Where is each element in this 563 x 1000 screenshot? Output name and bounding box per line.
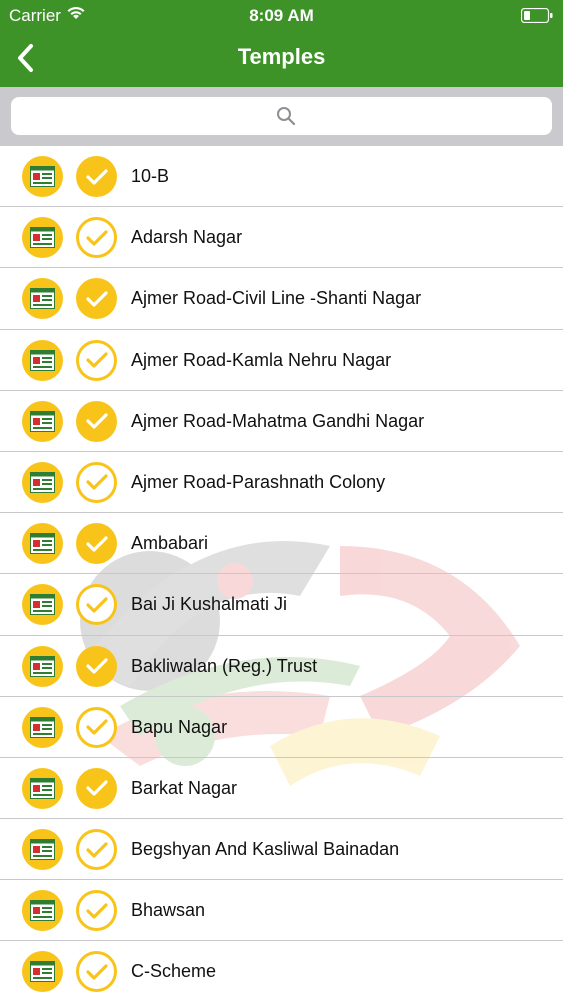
list-item[interactable]: Bhawsan (0, 880, 563, 942)
search-bar (0, 87, 563, 146)
temple-name: Adarsh Nagar (131, 227, 243, 248)
temple-list[interactable]: 10-B Adarsh Nagar Ajmer Road-Civil Line -S… (0, 146, 563, 1000)
checkmark-icon (85, 536, 108, 552)
select-checkbox[interactable] (76, 523, 117, 565)
select-checkbox[interactable] (76, 217, 117, 259)
document-icon (30, 594, 55, 616)
status-bar: Carrier 8:09 AM (0, 0, 563, 30)
list-item[interactable]: 10-B (0, 146, 563, 208)
list-item[interactable]: Barkat Nagar (0, 758, 563, 820)
checkmark-icon (85, 780, 108, 796)
select-checkbox[interactable] (76, 706, 117, 748)
temple-name: Ajmer Road-Parashnath Colony (131, 471, 386, 492)
temple-info-button[interactable] (22, 584, 63, 626)
checkmark-icon (85, 903, 108, 919)
checkmark-icon (85, 964, 108, 980)
temple-info-button[interactable] (22, 706, 63, 748)
checkmark-icon (85, 291, 108, 307)
document-icon (30, 288, 55, 310)
navigation-bar: Temples (0, 30, 563, 87)
select-checkbox[interactable] (76, 767, 117, 809)
battery-icon (520, 7, 553, 24)
checkmark-icon (85, 474, 108, 491)
document-icon (30, 716, 55, 738)
checkmark-icon (85, 719, 108, 735)
list-item[interactable]: Ajmer Road-Mahatma Gandhi Nagar (0, 391, 563, 452)
checkmark-icon (85, 230, 108, 246)
list-item[interactable]: Ajmer Road-Parashnath Colony (0, 452, 563, 514)
temple-info-button[interactable] (22, 339, 63, 381)
temple-name: Ajmer Road-Mahatma Gandhi Nagar (131, 410, 425, 431)
temple-info-button[interactable] (22, 829, 63, 871)
temple-info-button[interactable] (22, 645, 63, 687)
temple-info-button[interactable] (22, 890, 63, 932)
document-icon (30, 410, 55, 432)
temple-info-button[interactable] (22, 461, 63, 503)
temple-info-button[interactable] (22, 400, 63, 442)
select-checkbox[interactable] (76, 156, 117, 197)
select-checkbox[interactable] (76, 339, 117, 381)
checkmark-icon (85, 597, 108, 613)
page-title: Temples (237, 44, 326, 69)
list-item[interactable]: Ajmer Road-Kamla Nehru Nagar (0, 330, 563, 391)
document-icon (30, 471, 55, 493)
temple-info-button[interactable] (22, 217, 63, 259)
temple-name: Ajmer Road-Kamla Nehru Nagar (131, 349, 392, 370)
temple-info-button[interactable] (22, 278, 63, 320)
checkmark-icon (85, 413, 108, 429)
list-item[interactable]: Begshyan And Kasliwal Bainadan (0, 819, 563, 881)
select-checkbox[interactable] (76, 890, 117, 932)
temple-name: Ambabari (131, 533, 209, 554)
select-checkbox[interactable] (76, 400, 117, 442)
clock: 8:09 AM (249, 6, 314, 25)
list-item[interactable]: Ambabari (0, 513, 563, 575)
select-checkbox[interactable] (76, 584, 117, 626)
checkmark-icon (85, 352, 108, 368)
temple-info-button[interactable] (22, 156, 63, 197)
checkmark-icon (85, 841, 108, 858)
temple-name: Begshyan And Kasliwal Bainadan (131, 839, 400, 860)
document-icon (30, 777, 55, 799)
list-item[interactable]: Bakliwalan (Reg.) Trust (0, 636, 563, 697)
temple-info-button[interactable] (22, 951, 63, 993)
temple-info-button[interactable] (22, 767, 63, 809)
select-checkbox[interactable] (76, 645, 117, 687)
select-checkbox[interactable] (76, 278, 117, 320)
document-icon (30, 655, 55, 677)
document-icon (30, 900, 55, 922)
list-item[interactable]: C-Scheme (0, 941, 563, 1000)
temple-name: Barkat Nagar (131, 777, 238, 798)
temple-info-button[interactable] (22, 523, 63, 565)
list-item[interactable]: Bai Ji Kushalmati Ji (0, 574, 563, 636)
temple-name: C-Scheme (131, 961, 217, 982)
temple-name: 10-B (131, 166, 170, 186)
select-checkbox[interactable] (76, 829, 117, 871)
select-checkbox[interactable] (76, 951, 117, 993)
document-icon (30, 166, 55, 187)
document-icon (30, 961, 55, 983)
select-checkbox[interactable] (76, 461, 117, 503)
document-icon (30, 227, 55, 249)
list-item[interactable]: Ajmer Road-Civil Line -Shanti Nagar (0, 268, 563, 330)
list-item[interactable]: Bapu Nagar (0, 697, 563, 758)
temple-name: Bakliwalan (Reg.) Trust (131, 655, 318, 676)
checkmark-icon (85, 168, 108, 185)
document-icon (30, 349, 55, 371)
temple-name: Bhawsan (131, 900, 206, 921)
temple-name: Bai Ji Kushalmati Ji (131, 594, 288, 615)
document-icon (30, 839, 55, 861)
list-item[interactable]: Adarsh Nagar (0, 207, 563, 269)
document-icon (30, 533, 55, 555)
checkmark-icon (85, 658, 108, 674)
temple-name: Bapu Nagar (131, 716, 228, 737)
temple-name: Ajmer Road-Civil Line -Shanti Nagar (131, 288, 422, 309)
search-field[interactable] (11, 97, 552, 135)
search-input[interactable] (11, 97, 552, 135)
